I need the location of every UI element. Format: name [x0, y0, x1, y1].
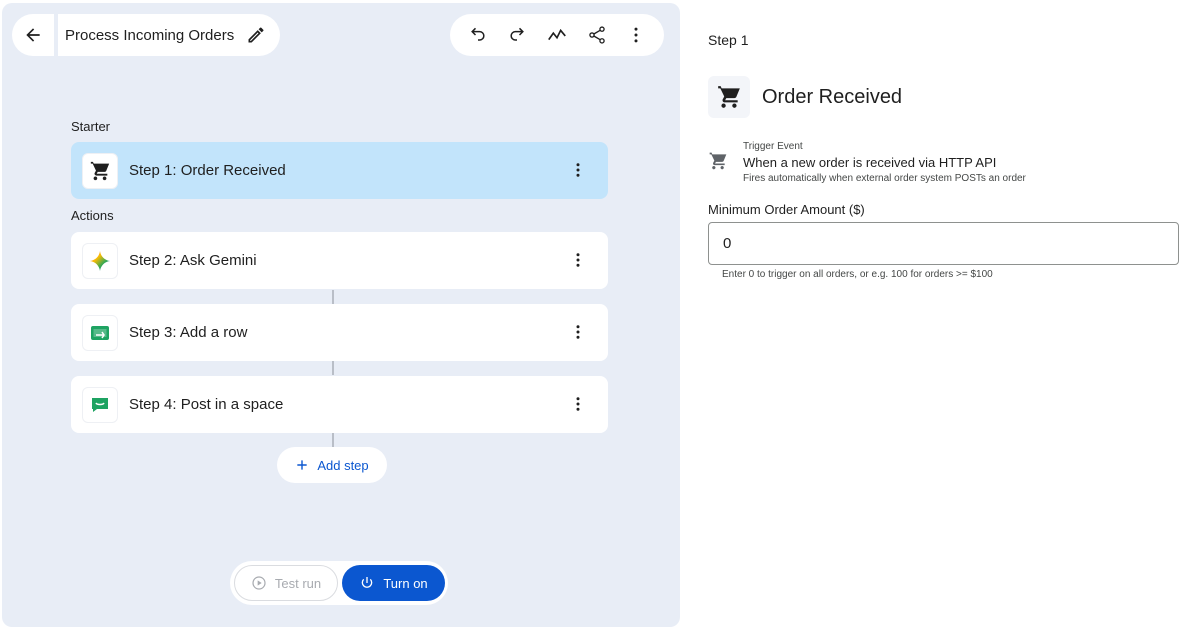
- share-button[interactable]: [579, 17, 615, 53]
- trigger-cart-icon: [708, 151, 728, 176]
- gemini-icon: [90, 250, 110, 271]
- undo-button[interactable]: [460, 17, 496, 53]
- step-card-2[interactable]: Step 2: Ask Gemini: [71, 232, 608, 289]
- more-vert-icon: [576, 253, 580, 267]
- step-icon-box: [82, 242, 118, 279]
- step-icon-box: [82, 386, 118, 423]
- redo-button[interactable]: [499, 17, 535, 53]
- workflow-title-container: Process Incoming Orders: [58, 14, 280, 56]
- test-run-label: Test run: [274, 575, 322, 591]
- back-button[interactable]: [12, 14, 54, 56]
- step-connector: [332, 433, 334, 447]
- more-vert-icon: [576, 163, 580, 177]
- arrow-left-icon: [26, 28, 40, 42]
- plus-icon: [297, 460, 307, 470]
- step-label: Step 3: Add a row: [129, 324, 248, 341]
- panel-title: Order Received: [762, 86, 903, 108]
- workflow-title: Process Incoming Orders: [65, 26, 235, 44]
- more-vert-icon: [576, 397, 580, 411]
- min-order-label: Minimum Order Amount ($): [708, 202, 865, 217]
- trigger-event-label: Trigger Event: [743, 141, 803, 152]
- more-options-button[interactable]: [618, 17, 654, 53]
- share-icon: [588, 26, 605, 44]
- run-bar: Test run Turn on: [230, 561, 448, 605]
- add-step-button[interactable]: Add step: [277, 447, 387, 483]
- activity-icon: [548, 28, 566, 41]
- play-circle-icon: [252, 576, 266, 590]
- min-order-help-text: Enter 0 to trigger on all orders, or e.g…: [722, 269, 993, 280]
- step-connector: [332, 361, 334, 375]
- turn-on-button[interactable]: Turn on: [342, 565, 445, 601]
- cart-icon: [90, 161, 110, 180]
- step-label: Step 4: Post in a space: [129, 396, 284, 413]
- step-card-3[interactable]: Step 3: Add a row: [71, 304, 608, 361]
- pencil-icon: [248, 27, 264, 43]
- actions-label: Actions: [71, 208, 114, 223]
- panel-step-label: Step 1: [708, 32, 749, 48]
- app-window: Process Incoming Orders Starter Step 1: …: [0, 0, 1200, 630]
- step-more-button[interactable]: [568, 160, 588, 180]
- undo-icon: [470, 27, 485, 41]
- cart-icon: [718, 86, 740, 108]
- min-order-input[interactable]: [708, 222, 1179, 265]
- step-more-button[interactable]: [568, 394, 588, 414]
- trigger-event-description: When a new order is received via HTTP AP…: [743, 155, 997, 170]
- starter-label: Starter: [71, 119, 111, 134]
- edit-title-button[interactable]: [246, 25, 266, 45]
- step-connector: [332, 290, 334, 304]
- step-icon-box: [82, 314, 118, 351]
- toolbar: [450, 14, 664, 56]
- sheets-icon: [91, 325, 109, 340]
- add-step-label: Add step: [317, 457, 369, 473]
- step-label: Step 1: Order Received: [129, 162, 286, 179]
- more-vert-icon: [576, 325, 580, 339]
- panel-step-icon: [708, 76, 750, 118]
- step-label: Step 2: Ask Gemini: [129, 252, 257, 269]
- redo-icon: [510, 27, 525, 41]
- step-more-button[interactable]: [568, 322, 588, 342]
- trigger-event-subtext: Fires automatically when external order …: [743, 173, 1026, 184]
- test-run-button[interactable]: Test run: [234, 565, 338, 601]
- power-icon: [362, 577, 373, 588]
- step-more-button[interactable]: [568, 250, 588, 270]
- more-vert-icon: [634, 27, 638, 43]
- chat-icon: [92, 397, 108, 412]
- turn-on-label: Turn on: [383, 575, 428, 591]
- step-icon-box: [82, 152, 118, 189]
- activity-button[interactable]: [539, 17, 575, 53]
- step-card-4[interactable]: Step 4: Post in a space: [71, 376, 608, 433]
- step-card-1[interactable]: Step 1: Order Received: [71, 142, 608, 199]
